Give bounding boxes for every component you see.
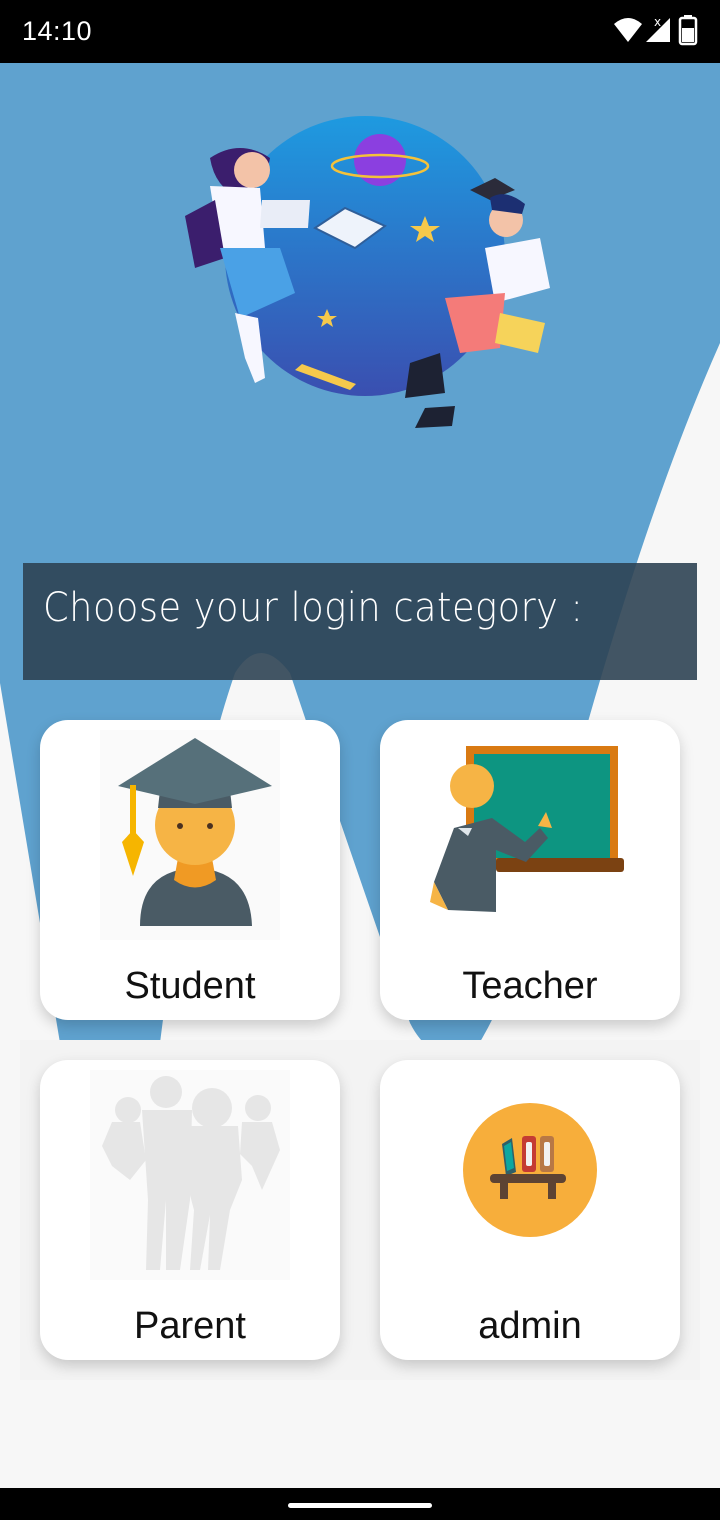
signal-icon: x — [646, 15, 670, 42]
parent-icon — [90, 1070, 290, 1280]
student-label: Student — [124, 965, 256, 1007]
status-time: 14:10 — [22, 16, 93, 46]
hero-illustration — [185, 116, 550, 428]
admin-label: admin — [478, 1305, 582, 1347]
battery-icon — [678, 15, 698, 46]
teacher-icon — [430, 746, 624, 912]
status-bar: 14:10 x — [0, 0, 720, 63]
svg-text:x: x — [654, 15, 661, 29]
teacher-label: Teacher — [462, 965, 598, 1007]
teacher-card[interactable]: Teacher — [380, 720, 680, 1020]
wifi-icon — [614, 18, 642, 42]
parent-label: Parent — [134, 1305, 246, 1347]
admin-card[interactable]: admin — [380, 1060, 680, 1360]
admin-icon — [463, 1103, 597, 1237]
navigation-bar — [0, 1488, 720, 1520]
status-icons: x — [614, 15, 698, 46]
login-category-banner: Choose your login category : — [23, 563, 697, 680]
student-icon — [100, 730, 280, 940]
home-gesture-handle[interactable] — [288, 1503, 432, 1508]
student-card[interactable]: Student — [40, 720, 340, 1020]
parent-card[interactable]: Parent — [40, 1060, 340, 1360]
login-category-prompt: Choose your login category : — [43, 585, 584, 631]
